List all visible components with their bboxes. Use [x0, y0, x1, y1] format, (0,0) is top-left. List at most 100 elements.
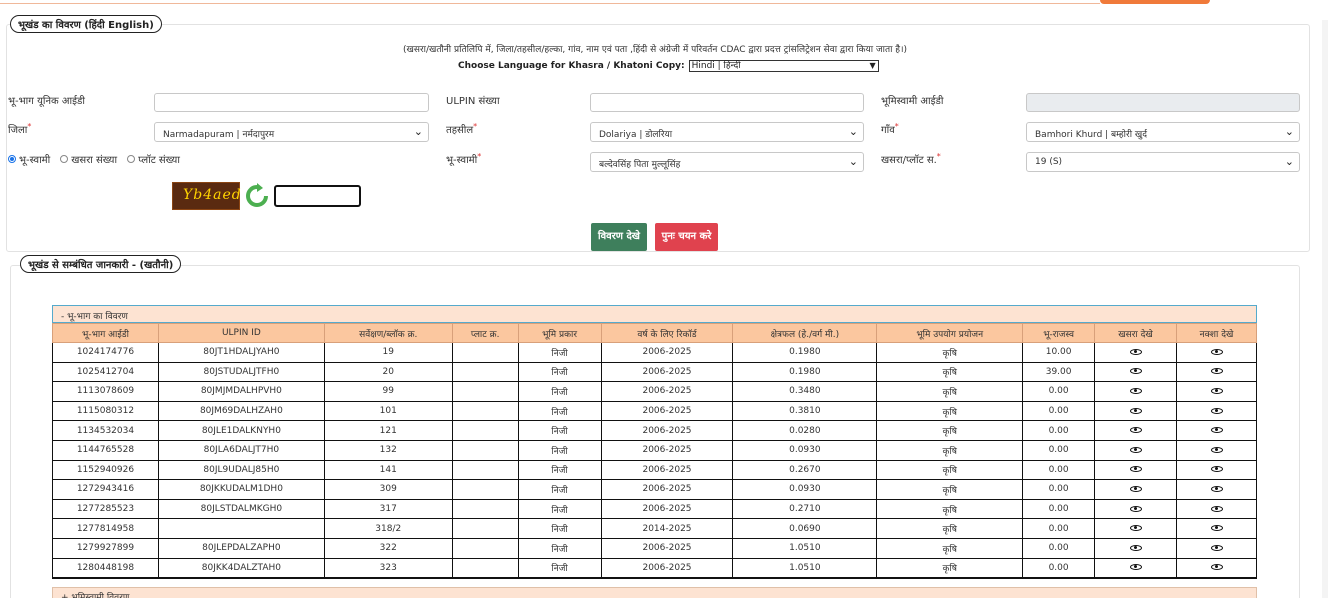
table-cell-action[interactable] [1176, 557, 1257, 579]
view-map-icon[interactable] [1210, 544, 1223, 551]
table-cell-action[interactable] [1094, 557, 1177, 579]
view-map-icon[interactable] [1210, 564, 1223, 571]
view-map-icon[interactable] [1210, 368, 1223, 375]
view-details-button[interactable]: विवरण देखे [591, 223, 647, 251]
view-map-icon[interactable] [1210, 427, 1223, 434]
table-row: 1279927899 80JLEPDALZAPH0 322 निजी 2006-2025… [52, 537, 1257, 559]
district-select[interactable]: Narmadapuram | नर्मदापुरम ⌄ [154, 122, 429, 142]
table-cell-action[interactable] [1176, 342, 1257, 363]
table-cell: 39.00 [1022, 361, 1096, 383]
table-cell: निजी [517, 498, 602, 520]
table-header-row: भू-भाग आईडी ULPIN ID सर्वेक्षण/ब्लॉक क्र… [52, 323, 1257, 343]
table-cell: 2006-2025 [600, 498, 734, 520]
view-khasra-icon[interactable] [1129, 525, 1142, 532]
view-khasra-icon[interactable] [1129, 564, 1142, 571]
table-cell-action[interactable] [1176, 361, 1257, 383]
table-cell-action[interactable] [1176, 537, 1257, 559]
search-by-radio-group: भू-स्वामी खसरा संख्या प्लॉट संख्या [8, 152, 180, 166]
table-cell: 0.3810 [732, 400, 878, 422]
parcel-subsection-toggle[interactable]: - भू-भाग का विवरण [52, 305, 1257, 323]
view-map-icon[interactable] [1210, 525, 1223, 532]
view-khasra-icon[interactable] [1129, 505, 1142, 512]
table-cell: 0.0930 [732, 479, 878, 500]
table-cell-action[interactable] [1094, 439, 1177, 461]
tehsil-select[interactable]: Dolariya | डोलरिया ⌄ [590, 122, 864, 142]
view-map-icon[interactable] [1210, 446, 1223, 453]
ulpin-input[interactable] [590, 93, 864, 112]
radio-owner[interactable]: भू-स्वामी [8, 152, 50, 166]
table-cell: निजी [517, 557, 602, 579]
table-row: 1134532034 80JLE1DALKNYH0 121 निजी 2006-2025… [52, 420, 1257, 441]
radio-dot[interactable] [127, 155, 136, 163]
table-cell-action[interactable] [1176, 439, 1257, 461]
view-map-icon[interactable] [1210, 466, 1223, 473]
table-cell: 20 [323, 361, 453, 383]
view-khasra-icon[interactable] [1129, 368, 1142, 375]
table-cell: 2006-2025 [600, 420, 734, 441]
top-nav-active-tab[interactable] [1100, 0, 1210, 4]
table-cell: 19 [323, 342, 453, 363]
unique-id-input[interactable] [154, 93, 429, 112]
view-khasra-icon[interactable] [1129, 348, 1142, 355]
owner-select[interactable]: बल्देवसिंह पिता मुल्लूसिंह ⌄ [590, 152, 864, 172]
view-khasra-icon[interactable] [1129, 466, 1142, 473]
view-khasra-icon[interactable] [1129, 446, 1142, 453]
radio-khasra[interactable]: खसरा संख्या [60, 152, 117, 166]
view-map-icon[interactable] [1210, 387, 1223, 394]
reselect-button[interactable]: पुनः चयन करे [655, 223, 718, 251]
table-cell-action[interactable] [1094, 498, 1177, 520]
col-header: भूमि उपयोग प्रयोजन [876, 323, 1024, 343]
table-cell: 80JM69DALHZAH0 [157, 400, 325, 422]
table-cell: 0.0690 [732, 518, 878, 539]
table-cell-action[interactable] [1094, 361, 1177, 383]
table-cell: 0.00 [1022, 537, 1096, 559]
table-cell-action[interactable] [1176, 518, 1257, 539]
page-scrollbar[interactable] [1322, 20, 1328, 598]
table-cell-action[interactable] [1176, 420, 1257, 441]
table-cell-action[interactable] [1176, 400, 1257, 422]
table-cell-action[interactable] [1176, 459, 1257, 481]
table-cell: कृषि [876, 479, 1024, 500]
table-cell-action[interactable] [1094, 479, 1177, 500]
table-cell: 0.00 [1022, 459, 1096, 481]
table-cell: 80JSTUDALJTFH0 [157, 361, 325, 383]
table-cell-action[interactable] [1094, 459, 1177, 481]
owner-id-label: भूमिस्वामी आईडी [881, 96, 944, 107]
refresh-captcha-icon[interactable] [244, 183, 270, 209]
view-khasra-icon[interactable] [1129, 485, 1142, 492]
table-cell-action[interactable] [1094, 400, 1177, 422]
view-map-icon[interactable] [1210, 407, 1223, 414]
radio-dot[interactable] [60, 155, 69, 163]
table-cell-action[interactable] [1094, 342, 1177, 363]
chevron-down-icon: ⌄ [848, 125, 858, 138]
ulpin-label: ULPIN संख्या [446, 96, 500, 107]
view-khasra-icon[interactable] [1129, 387, 1142, 394]
owner-subsection-toggle[interactable]: + भूमिस्वामी विवरण [52, 587, 1257, 598]
view-khasra-icon[interactable] [1129, 544, 1142, 551]
radio-plot[interactable]: प्लॉट संख्या [127, 152, 180, 166]
village-select[interactable]: Bamhori Khurd | बम्होरी खुर्द ⌄ [1026, 122, 1300, 142]
table-cell-action[interactable] [1094, 381, 1177, 402]
view-map-icon[interactable] [1210, 505, 1223, 512]
table-cell-action[interactable] [1176, 381, 1257, 402]
radio-dot-selected[interactable] [8, 155, 16, 163]
view-khasra-icon[interactable] [1129, 407, 1142, 414]
col-header: प्लाट क्र. [451, 323, 519, 343]
table-cell [451, 439, 519, 461]
view-khasra-icon[interactable] [1129, 427, 1142, 434]
view-map-icon[interactable] [1210, 485, 1223, 492]
district-value: Narmadapuram | नर्मदापुरम [163, 130, 275, 140]
view-map-icon[interactable] [1210, 348, 1223, 355]
table-cell: 1134532034 [52, 420, 159, 441]
khasra-select[interactable]: 19 (S) ⌄ [1026, 152, 1300, 172]
khasra-label: खसरा/प्लॉट स.* [881, 152, 941, 166]
table-cell-action[interactable] [1094, 518, 1177, 539]
table-cell: 2006-2025 [600, 439, 734, 461]
captcha-input[interactable] [274, 185, 361, 207]
table-cell [451, 361, 519, 383]
table-cell-action[interactable] [1176, 498, 1257, 520]
table-cell-action[interactable] [1094, 420, 1177, 441]
language-select[interactable]: Hindi | हिन्दी ▼ [688, 60, 879, 72]
table-cell-action[interactable] [1094, 537, 1177, 559]
table-cell-action[interactable] [1176, 479, 1257, 500]
